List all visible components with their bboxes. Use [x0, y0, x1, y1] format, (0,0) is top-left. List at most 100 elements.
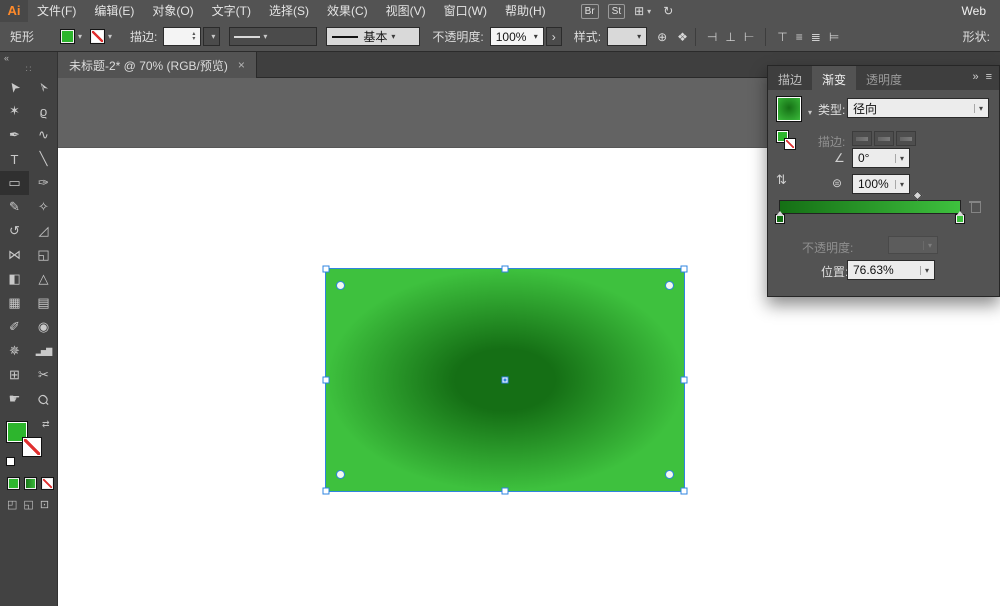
panel-collapse-icon[interactable]: » [972, 71, 978, 90]
stock-button[interactable]: St [607, 3, 626, 19]
align-icon-2[interactable]: ⊥ [725, 30, 735, 44]
tab-stroke[interactable]: 描边 [768, 66, 812, 90]
column-graph-tool[interactable]: ▂▅▇ [29, 339, 58, 363]
gradient-swatch-caret-icon[interactable] [808, 108, 812, 117]
rectangle-tool[interactable]: ▭ [0, 171, 29, 195]
tab-gradient[interactable]: 渐变 [812, 66, 857, 90]
gradient-tool[interactable]: ▤ [29, 291, 58, 315]
free-transform-tool[interactable]: ◱ [29, 243, 58, 267]
align-icon-5[interactable]: ≡ [796, 30, 803, 44]
gradient-fill-swatch[interactable] [776, 96, 802, 122]
align-icon-4[interactable]: ⊤ [777, 30, 787, 44]
selection-handle-e[interactable] [680, 376, 688, 384]
menu-effect[interactable]: 效果(C) [318, 0, 377, 22]
menu-view[interactable]: 视图(V) [377, 0, 435, 22]
reverse-gradient-icon[interactable]: ⇅ [776, 172, 787, 188]
gradient-stroke-proxy[interactable] [784, 138, 796, 150]
gradient-type-dropdown[interactable]: 径向 ▾ [847, 98, 989, 118]
pencil-tool[interactable]: ✎ [0, 195, 29, 219]
scale-tool[interactable]: ◿ [29, 219, 58, 243]
corner-widget-nw[interactable] [336, 281, 345, 290]
direct-selection-tool[interactable]: ➢ [29, 75, 58, 99]
menu-type[interactable]: 文字(T) [203, 0, 260, 22]
sync-icon[interactable]: ↻ [663, 4, 673, 18]
menu-window[interactable]: 窗口(W) [435, 0, 496, 22]
selection-handle-n[interactable] [501, 265, 509, 273]
stroke-gradient-along-button[interactable] [874, 131, 894, 146]
fill-color-swatch[interactable] [60, 29, 82, 44]
width-profile-dropdown[interactable] [229, 27, 318, 46]
tab-transparency[interactable]: 透明度 [856, 66, 912, 90]
selection-tool[interactable]: ➤ [0, 75, 29, 99]
gradient-mode-button[interactable] [24, 477, 37, 490]
opacity-input[interactable]: 100% [489, 27, 544, 46]
shaper-tool[interactable]: ✧ [29, 195, 58, 219]
angle-input[interactable]: 0° ▾ [852, 148, 910, 168]
style-dropdown[interactable] [607, 27, 648, 46]
width-tool[interactable]: ⋈ [0, 243, 29, 267]
menu-edit[interactable]: 编辑(E) [85, 0, 143, 22]
stroke-weight-stepper[interactable] [192, 32, 195, 42]
brush-definition-dropdown[interactable]: 基本 [326, 27, 421, 46]
drawing-mode-behind-icon[interactable]: ◱ [23, 498, 33, 511]
none-mode-button[interactable] [41, 477, 54, 490]
align-icon-6[interactable]: ≣ [811, 30, 821, 44]
corner-widget-se[interactable] [665, 470, 674, 479]
hand-tool[interactable]: ☛ [0, 387, 29, 411]
blend-tool[interactable]: ◉ [29, 315, 58, 339]
mesh-tool[interactable]: ▦ [0, 291, 29, 315]
menu-object[interactable]: 对象(O) [143, 0, 202, 22]
recolor-artwork-icon[interactable]: ❖ [677, 30, 688, 44]
rect-center-point[interactable] [501, 376, 509, 384]
selection-handle-ne[interactable] [680, 265, 688, 273]
arrange-documents-icon[interactable]: ⊞ [634, 4, 651, 18]
menu-help[interactable]: 帮助(H) [496, 0, 555, 22]
selection-handle-sw[interactable] [322, 487, 330, 495]
curvature-tool[interactable]: ∿ [29, 123, 58, 147]
delete-stop-icon[interactable] [969, 200, 981, 213]
selected-rectangle[interactable] [322, 265, 688, 495]
toolbar-grip[interactable]: ∷ [0, 65, 57, 75]
color-mode-button[interactable] [7, 477, 20, 490]
corner-widget-ne[interactable] [665, 281, 674, 290]
align-icon-1[interactable]: ⊣ [707, 30, 717, 44]
lasso-tool[interactable]: ϱ [29, 99, 58, 123]
zoom-tool[interactable]: Ϙ [29, 387, 58, 411]
align-icon-3[interactable]: ⊢ [744, 30, 754, 44]
stop-position-dropdown[interactable]: 76.63% ▾ [847, 260, 935, 280]
app-logo[interactable]: Ai [0, 0, 28, 22]
bridge-button[interactable]: Br [580, 3, 599, 19]
shape-builder-tool[interactable]: ◧ [0, 267, 29, 291]
stroke-gradient-within-button[interactable] [852, 131, 872, 146]
slice-tool[interactable]: ✂ [29, 363, 58, 387]
gradient-stop-end[interactable] [955, 211, 965, 224]
stroke-weight-dropdown[interactable] [203, 27, 221, 46]
artboard-tool[interactable]: ⊞ [0, 363, 29, 387]
corner-widget-sw[interactable] [336, 470, 345, 479]
default-swatches-icon[interactable] [6, 457, 15, 466]
stroke-gradient-across-button[interactable] [896, 131, 916, 146]
selection-handle-se[interactable] [680, 487, 688, 495]
gradient-midpoint[interactable] [912, 190, 923, 201]
screen-mode-icon[interactable]: ⊡ [40, 498, 49, 511]
document-tab[interactable]: 未标题-2* @ 70% (RGB/预览) × [58, 52, 257, 78]
close-tab-icon[interactable]: × [238, 58, 245, 72]
aspect-ratio-input[interactable]: 100% ▾ [852, 174, 910, 194]
panel-menu-icon[interactable]: ≡ [986, 71, 992, 90]
menu-file[interactable]: 文件(F) [28, 0, 85, 22]
gradient-stop-start[interactable] [775, 211, 785, 224]
stroke-color-swatch[interactable] [90, 29, 112, 44]
stroke-weight-input[interactable] [163, 27, 202, 46]
menu-select[interactable]: 选择(S) [260, 0, 318, 22]
align-icon-7[interactable]: ⊨ [829, 30, 839, 44]
drawing-mode-normal-icon[interactable]: ◰ [7, 498, 17, 511]
symbol-sprayer-tool[interactable]: ✵ [0, 339, 29, 363]
paintbrush-tool[interactable]: ✑ [29, 171, 58, 195]
perspective-grid-tool[interactable]: △ [29, 267, 58, 291]
pen-tool[interactable]: ✒ [0, 123, 29, 147]
type-tool[interactable]: T [0, 147, 29, 171]
gradient-slider-bar[interactable] [775, 190, 965, 224]
eyedropper-tool[interactable]: ✐ [0, 315, 29, 339]
rotate-tool[interactable]: ↺ [0, 219, 29, 243]
opacity-options-button[interactable]: › [545, 27, 562, 46]
